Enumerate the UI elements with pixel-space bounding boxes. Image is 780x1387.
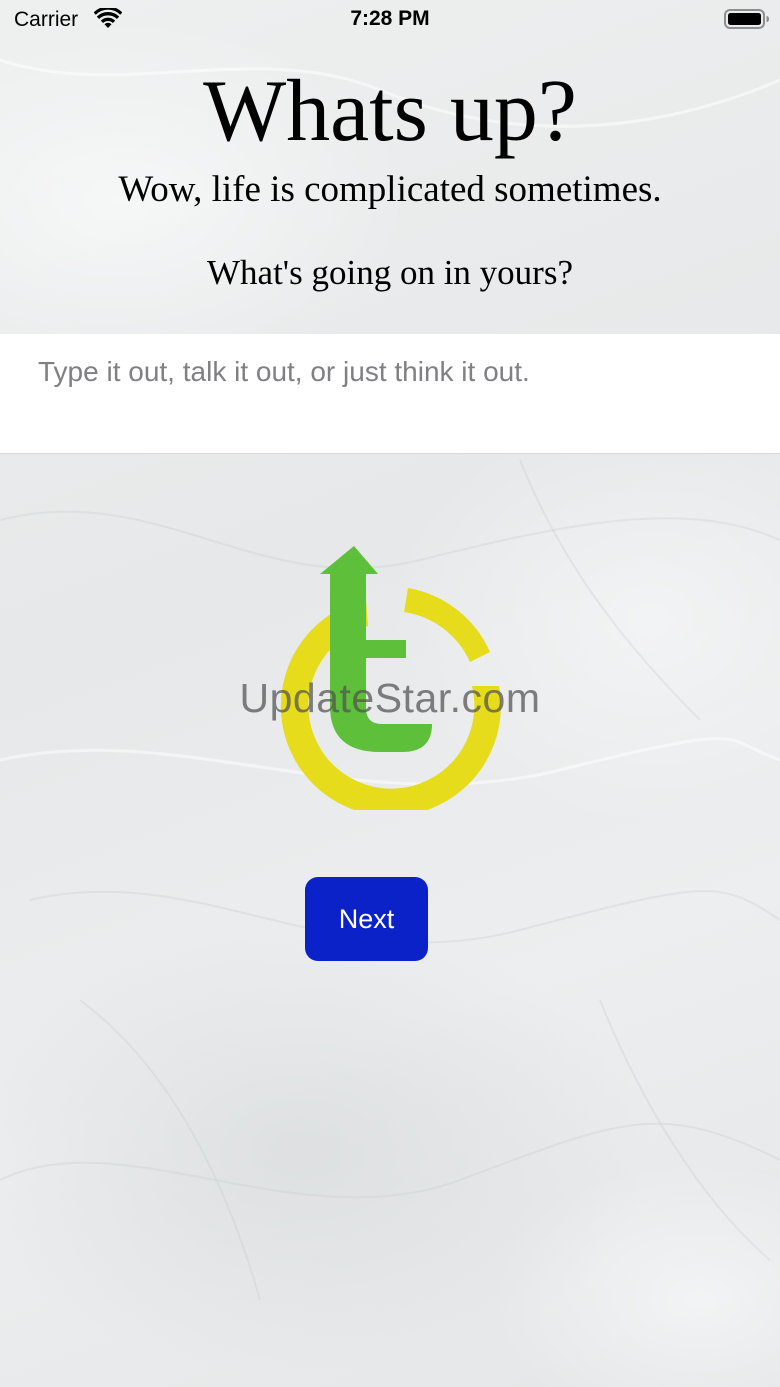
page-subtitle: Wow, life is complicated sometimes.: [118, 169, 662, 210]
watermark-text: UpdateStar.com: [239, 675, 541, 721]
entry-textarea[interactable]: [0, 334, 780, 453]
prompt-question: What's going on in yours?: [207, 253, 573, 292]
next-button[interactable]: Next: [305, 877, 428, 961]
page-title: Whats up?: [203, 63, 577, 160]
status-bar: Carrier 7:28 PM: [0, 0, 780, 40]
clock-time: 7:28 PM: [350, 7, 430, 30]
battery-icon: [724, 9, 769, 29]
entry-container: [0, 334, 780, 454]
